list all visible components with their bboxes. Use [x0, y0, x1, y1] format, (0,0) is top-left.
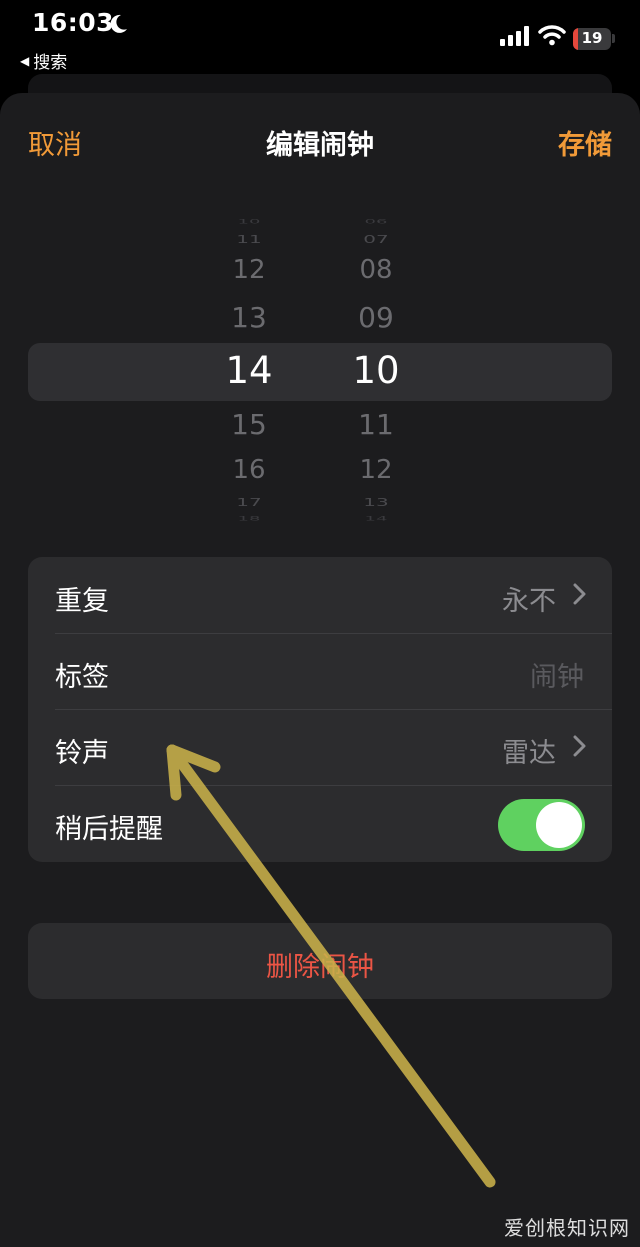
annotation-arrow: [166, 744, 496, 1188]
watermark: 爱创根知识网: [504, 1216, 630, 1240]
